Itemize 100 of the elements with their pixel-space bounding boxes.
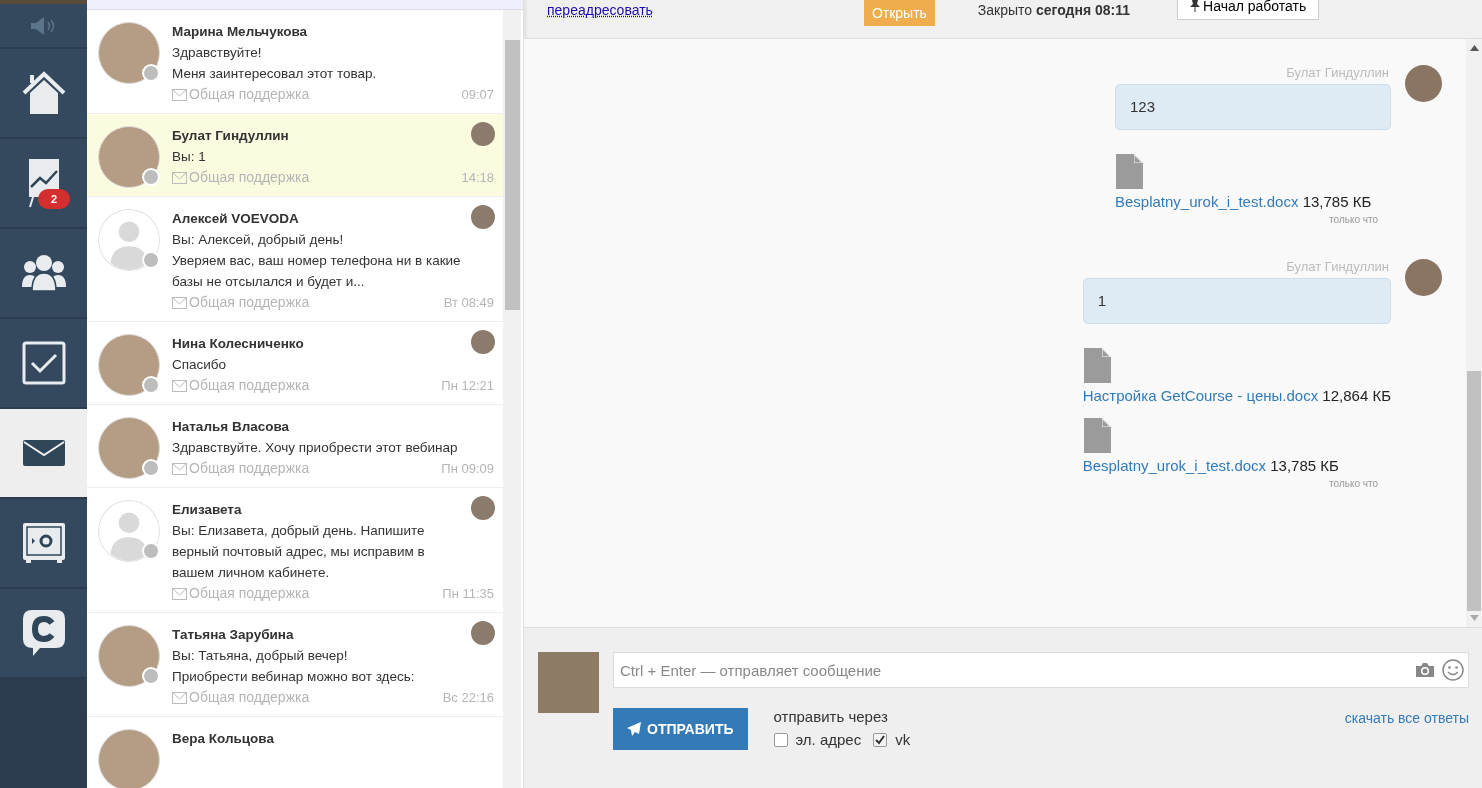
scrollbar-thumb[interactable] [1467,371,1481,611]
channel-name: Общая поддержка [189,459,311,478]
scrollbar[interactable] [503,10,521,788]
message-time: только что [1329,478,1378,489]
send-button[interactable]: ОТПРАВИТЬ [613,708,748,750]
forward-link[interactable]: переадресовать [547,0,653,20]
envelope-icon [172,462,187,475]
download-answers-link[interactable]: скачать все ответы [1344,710,1469,726]
message-time: Вс 22:16 [442,689,494,707]
chat-bubble-icon [21,609,66,657]
message-input[interactable]: Ctrl + Enter — отправляет сообщение [613,652,1469,688]
file-link[interactable]: Besplatny_urok_i_test.docx [1115,193,1299,210]
sidebar-item[interactable]: 2 [0,139,87,229]
sidebar-item[interactable] [0,319,87,409]
status-dot [142,64,160,82]
contact-name: Наталья Власова [172,418,291,436]
file-link[interactable]: Besplatny_urok_i_test.docx [1082,457,1267,474]
channel-name: Общая поддержка [189,376,311,395]
sidebar-item[interactable] [0,589,87,679]
scrollbar-thumb[interactable] [504,40,520,310]
channel-name: Общая поддержка [189,688,311,707]
file-icon [1083,418,1111,453]
message-preview: Вы: Татьяна, добрый вечер! [172,647,349,665]
message-preview: Спасибо [172,356,228,374]
envelope-icon [172,171,187,184]
file-size: 12,864 КБ [1322,387,1391,404]
author-avatar-photo-placeholder [1405,259,1442,296]
status-dot [142,168,160,186]
envelope-icon [172,587,187,600]
envelope-icon [172,379,187,392]
conversation-item[interactable]: Булат Гиндуллин Вы: 1 Общая поддержка 14:18 [87,114,503,197]
closed-status: Закрыто сегодня 08:11 [977,1,1131,20]
scrollbar[interactable] [1466,39,1482,627]
checkbox-label: vk [895,731,911,748]
avatar-silhouette-icon [98,500,160,562]
message-preview: Приобрести вебинар можно вот здесь: [172,668,416,686]
message-time: только что [1329,214,1378,225]
message-bubble: 123 [1115,84,1391,130]
contact-name: Вера Кольцова [172,730,275,748]
checkbox[interactable] [873,732,888,747]
status-dot [142,459,160,477]
message-time: Пн 11:35 [442,585,494,603]
contact-name: Марина Мельчукова [172,23,309,41]
message-time: 14:18 [461,169,494,187]
message-preview: Здравствуйте. Хочу приобрести этот вебинар [172,439,459,457]
envelope-icon [21,439,66,467]
file-icon [1116,154,1143,189]
envelope-icon [172,296,187,309]
message-preview: Здравствуйте! [172,44,263,62]
safe-icon [21,522,66,564]
message-bubble: 1 [1082,278,1391,324]
checkbox-label: эл. адрес [795,731,862,748]
message-time: Пн 09:09 [441,460,494,478]
file-link[interactable]: Настройка GetCourse - цены.docx [1082,387,1319,404]
channel-name: Общая поддержка [189,168,311,187]
checkbox[interactable] [773,732,788,747]
status-dot [142,251,160,269]
file-icon [1083,348,1111,383]
send-via-label: отправить через [773,708,889,725]
scroll-up-icon[interactable] [1469,45,1479,51]
message-time: Пн 12:21 [441,377,494,395]
author-name: Булат Гиндуллин [1286,65,1389,80]
file-size: 13,785 КБ [1302,193,1372,210]
notification-badge: 2 [38,189,71,209]
scroll-down-icon[interactable] [1469,615,1479,621]
envelope-icon [172,691,187,704]
channel-name: Общая поддержка [189,85,311,104]
author-avatar-photo-placeholder [1405,65,1442,102]
sidebar-item[interactable] [0,49,87,139]
avatar-photo-placeholder [98,729,160,788]
message-preview: Меня заинтересовал этот товар. [172,65,378,83]
sidebar-item[interactable] [0,409,87,499]
message-preview: Уверяем вас, ваш номер телефона ни в какие базы не отсылался и будет и... [172,252,462,291]
paper-plane-icon [627,722,641,736]
contact-name: Нина Колесниченко [172,335,305,353]
author-name: Булат Гиндуллин [1286,259,1389,274]
start-work-button[interactable]: Начал работать [1177,0,1320,20]
contact-name: Татьяна Зарубина [172,626,295,644]
checkbox-icon [21,341,66,385]
pin-icon [1190,0,1201,12]
message-preview: Вы: 1 [172,148,207,166]
message-time: Вт 08:49 [443,294,494,312]
people-icon [20,253,67,293]
channel-name: Общая поддержка [189,293,311,312]
avatar-silhouette-icon [98,209,160,271]
channel-name: Общая поддержка [189,584,311,603]
status-dot [142,542,160,560]
message-preview: Вы: Алексей, добрый день! [172,231,345,249]
message-time: 09:07 [461,86,494,104]
sidebar-item[interactable] [0,229,87,319]
sidebar-item[interactable] [0,499,87,589]
status-dot [142,376,160,394]
contact-name: Елизавета [172,501,243,519]
camera-icon[interactable] [1415,662,1435,678]
envelope-icon [172,88,187,101]
user-photo-placeholder [538,652,599,713]
contact-name: Алексей VOEVODA [172,210,300,228]
smiley-icon[interactable] [1442,659,1464,681]
file-size: 13,785 КБ [1270,457,1339,474]
message-preview: Вы: Елизавета, добрый день. Напишите верный почтовый адрес, мы исправим в вашем личном кабинете. [172,522,426,582]
